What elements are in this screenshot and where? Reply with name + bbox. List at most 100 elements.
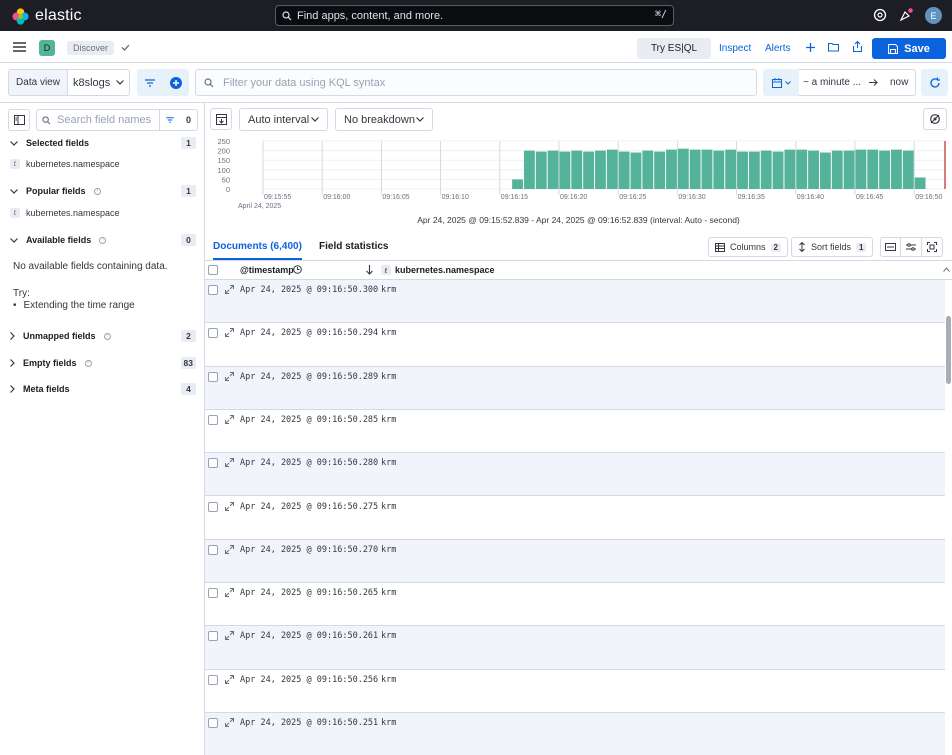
data-view-select[interactable]: k8slogs: [67, 69, 130, 96]
table-row[interactable]: Apr 24, 2025 @ 09:16:50.294 krm: [205, 323, 945, 367]
col-header-timestamp[interactable]: @timestamp: [240, 265, 294, 275]
share-icon[interactable]: [853, 41, 862, 52]
meta-fields-section[interactable]: Meta fields 4: [10, 381, 196, 397]
filter-menu-button[interactable]: [137, 69, 163, 96]
histogram-bar: [713, 150, 725, 189]
row-select-checkbox[interactable]: [208, 674, 218, 685]
popular-fields-count: 1: [181, 185, 196, 197]
row-select-checkbox[interactable]: [208, 588, 218, 599]
alerts-link[interactable]: Alerts: [765, 43, 791, 54]
row-select-checkbox[interactable]: [208, 501, 218, 512]
table-row[interactable]: Apr 24, 2025 @ 09:16:50.285 krm: [205, 410, 945, 454]
help-icon[interactable]: [873, 8, 887, 22]
field-type-filter-button[interactable]: 0: [159, 110, 197, 130]
row-select-checkbox[interactable]: [208, 285, 218, 295]
toggle-histogram-button[interactable]: [210, 108, 232, 130]
space-avatar[interactable]: D: [39, 40, 55, 56]
tab-documents[interactable]: Documents (6,400): [213, 241, 302, 260]
breakdown-select[interactable]: No breakdown: [335, 108, 433, 131]
histogram-bar: [512, 179, 523, 189]
global-search-input[interactable]: Find apps, content, and more. ⌘/: [275, 5, 674, 26]
unmapped-fields-section[interactable]: Unmapped fields? 2: [10, 328, 196, 344]
collapse-sidebar-button[interactable]: [8, 109, 30, 131]
new-search-icon[interactable]: [806, 43, 815, 52]
chart-options-button[interactable]: [923, 108, 947, 130]
sort-fields-button[interactable]: Sort fields 1: [791, 237, 874, 257]
row-select-checkbox[interactable]: [208, 631, 218, 642]
selected-fields-section[interactable]: Selected fields 1: [10, 135, 196, 151]
news-feed-icon[interactable]: [899, 8, 913, 22]
table-row[interactable]: Apr 24, 2025 @ 09:16:50.265 krm: [205, 583, 945, 627]
histogram-chart[interactable]: 250200150100500 09:15:55 09:16:00 09:16:05 0…: [205, 137, 952, 212]
expand-icon[interactable]: [225, 631, 234, 641]
display-settings-button[interactable]: [901, 237, 922, 257]
tab-field-statistics[interactable]: Field statistics: [319, 241, 388, 252]
table-row[interactable]: Apr 24, 2025 @ 09:16:50.251 krm: [205, 713, 945, 755]
field-search-input[interactable]: Search field names 0: [36, 109, 198, 131]
expand-icon[interactable]: [225, 718, 234, 727]
row-select-checkbox[interactable]: [208, 458, 218, 469]
elastic-logo[interactable]: elastic: [12, 6, 82, 26]
expand-icon[interactable]: [225, 285, 234, 294]
selected-field-item[interactable]: t kubernetes.namespace: [10, 157, 120, 171]
inspect-link[interactable]: Inspect: [719, 43, 751, 54]
chevron-down-icon: [784, 80, 791, 85]
try-esql-button[interactable]: Try ES|QL: [637, 38, 711, 59]
expand-icon[interactable]: [225, 544, 234, 554]
menu-icon[interactable]: [13, 42, 26, 52]
popular-fields-section[interactable]: Popular fields? 1: [10, 183, 196, 199]
date-range-picker[interactable]: ~ a minute ... now: [799, 69, 916, 96]
breadcrumb-discover[interactable]: Discover: [67, 41, 115, 55]
meta-fields-count: 4: [181, 383, 196, 395]
expand-icon[interactable]: [225, 588, 234, 598]
table-row[interactable]: Apr 24, 2025 @ 09:16:50.270 krm: [205, 539, 945, 584]
scroll-up-icon[interactable]: [943, 267, 950, 272]
row-select-checkbox[interactable]: [208, 371, 218, 382]
table-row[interactable]: Apr 24, 2025 @ 09:16:50.280 krm: [205, 453, 945, 497]
table-row[interactable]: Apr 24, 2025 @ 09:16:50.261 krm: [205, 626, 945, 670]
fullscreen-button[interactable]: [922, 237, 943, 257]
expand-icon[interactable]: [225, 371, 234, 381]
popular-field-item[interactable]: t kubernetes.namespace: [10, 206, 120, 220]
save-button[interactable]: Save: [872, 38, 946, 59]
open-folder-icon[interactable]: [828, 42, 839, 52]
add-filter-button[interactable]: [163, 69, 189, 96]
interval-select[interactable]: Auto interval: [239, 108, 328, 131]
row-select-checkbox[interactable]: [208, 544, 218, 555]
empty-fields-section[interactable]: Empty fields? 83: [10, 355, 196, 371]
kql-query-input[interactable]: Filter your data using KQL syntax: [195, 69, 757, 96]
scrollbar[interactable]: [945, 280, 952, 755]
table-row[interactable]: Apr 24, 2025 @ 09:16:50.275 krm: [205, 497, 945, 540]
kql-placeholder: Filter your data using KQL syntax: [223, 76, 386, 89]
row-select-checkbox[interactable]: [208, 414, 218, 425]
date-start[interactable]: ~ a minute ...: [803, 77, 865, 88]
select-all-checkbox[interactable]: [208, 265, 218, 275]
row-height-button[interactable]: [880, 237, 901, 257]
breakdown-value: No breakdown: [344, 113, 415, 126]
row-height-icon: [885, 243, 896, 251]
expand-icon[interactable]: [225, 328, 234, 338]
expand-icon[interactable]: [225, 674, 234, 684]
columns-button[interactable]: Columns 2: [708, 237, 788, 257]
table-row[interactable]: Apr 24, 2025 @ 09:16:50.300 krm: [205, 280, 945, 324]
histogram-bar: [819, 152, 831, 189]
y-tick-label: 100: [217, 166, 230, 175]
row-select-checkbox[interactable]: [208, 328, 218, 339]
available-fields-section[interactable]: Available fields? 0: [10, 232, 196, 248]
quick-date-menu-button[interactable]: [763, 69, 799, 96]
no-fields-message: No available fields containing data.: [13, 261, 168, 272]
histogram-bar: [666, 149, 677, 189]
expand-icon[interactable]: [225, 501, 234, 511]
date-end[interactable]: now: [890, 77, 908, 88]
row-select-checkbox[interactable]: [208, 718, 218, 728]
expand-icon[interactable]: [225, 414, 234, 424]
table-row[interactable]: Apr 24, 2025 @ 09:16:50.289 krm: [205, 366, 945, 410]
expand-icon[interactable]: [225, 458, 234, 468]
available-fields-label: Available fields: [26, 235, 92, 245]
scrollbar-thumb[interactable]: [946, 316, 951, 384]
col-header-namespace[interactable]: kubernetes.namespace: [395, 265, 495, 275]
sort-desc-icon[interactable]: [366, 265, 373, 275]
refresh-button[interactable]: [921, 69, 948, 96]
table-row[interactable]: Apr 24, 2025 @ 09:16:50.256 krm: [205, 670, 945, 713]
user-avatar[interactable]: E: [925, 7, 942, 24]
